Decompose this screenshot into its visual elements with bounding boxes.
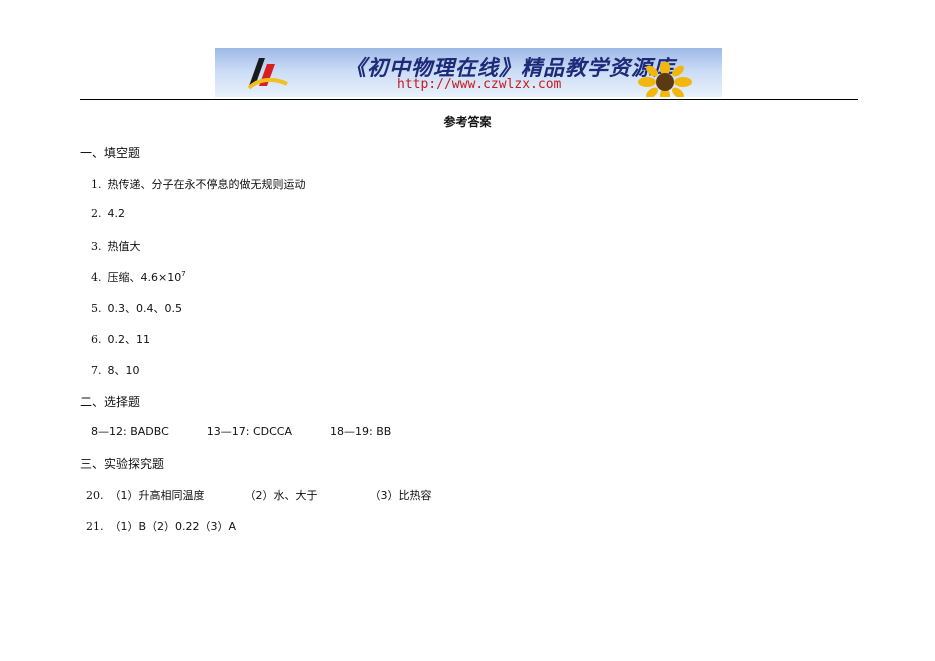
answer-item-20: 20. （1）升高相同温度 （2）水、大于 （3）比热容 [86, 487, 432, 503]
choice-answer-group: 18—19: BB [330, 425, 392, 438]
item-number: 7. [91, 364, 102, 377]
item-text: 热传递、分子在永不停息的做无规则运动 [107, 178, 306, 191]
answer-item-2: 2. 4.2 [91, 207, 125, 220]
answer-item-1: 1. 热传递、分子在永不停息的做无规则运动 [91, 176, 306, 192]
item-number: 5. [91, 302, 102, 315]
choice-answer-group: 13—17: CDCCA [206, 425, 293, 438]
choice-answers-row: 8—12: BADBC 13—17: CDCCA 18—19: BB [91, 425, 391, 438]
item-number: 20. [86, 489, 104, 502]
item-text: （1）B（2）0.22（3）A [109, 520, 237, 533]
answer-item-6: 6. 0.2、11 [91, 331, 150, 347]
item-text: 热值大 [107, 240, 141, 253]
header-rule [80, 99, 858, 100]
item-part: （1）升高相同温度 [109, 489, 205, 502]
answer-item-5: 5. 0.3、0.4、0.5 [91, 300, 182, 316]
item-superscript: 7 [181, 270, 186, 278]
item-number: 6. [91, 333, 102, 346]
answer-item-7: 7. 8、10 [91, 362, 140, 378]
header-banner: 《初中物理在线》精品教学资源库 http://www.czwlzx.com [215, 48, 722, 97]
answer-item-3: 3. 热值大 [91, 238, 141, 254]
site-logo-icon [247, 58, 288, 90]
section-heading-multiple-choice: 二、选择题 [80, 395, 141, 409]
answer-item-4: 4. 压缩、4.6×107 [91, 269, 186, 285]
item-number: 3. [91, 240, 102, 253]
item-part: （3）比热容 [369, 489, 432, 502]
item-number: 2. [91, 207, 102, 220]
item-text: 0.2、11 [107, 333, 151, 346]
item-text: 4.2 [107, 207, 126, 220]
banner-url: http://www.czwlzx.com [397, 77, 562, 92]
item-number: 4. [91, 271, 102, 284]
choice-answer-group: 8—12: BADBC [91, 425, 169, 438]
item-text: 0.3、0.4、0.5 [107, 302, 182, 315]
document-title: 参考答案 [443, 115, 492, 129]
sunflower-icon [638, 62, 692, 97]
item-number: 21. [86, 520, 104, 533]
section-heading-experiment: 三、实验探究题 [80, 457, 165, 471]
section-heading-fill-blank: 一、填空题 [80, 146, 141, 160]
item-part: （2）水、大于 [244, 489, 318, 502]
answer-item-21: 21. （1）B（2）0.22（3）A [86, 518, 236, 534]
item-number: 1. [91, 178, 102, 191]
item-text: 8、10 [107, 364, 140, 377]
item-text: 压缩、4.6×10 [107, 271, 182, 284]
